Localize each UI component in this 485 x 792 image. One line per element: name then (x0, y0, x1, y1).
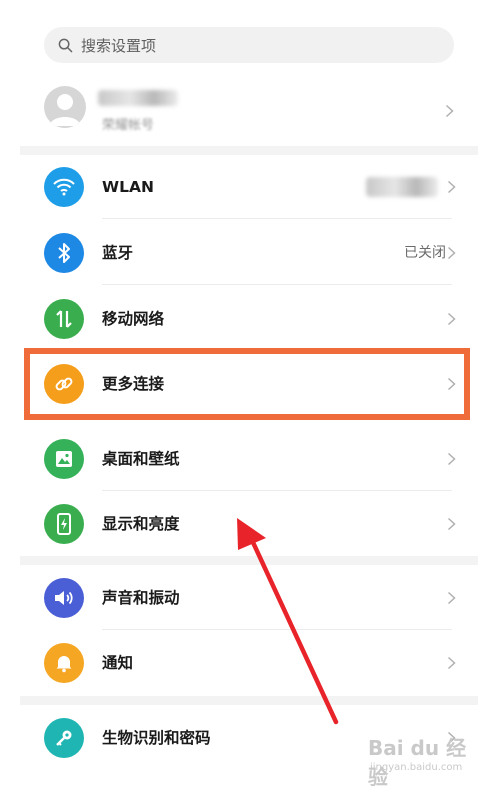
watermark-url: jingyan.baidu.com (370, 762, 463, 773)
annotation-arrow (237, 518, 339, 725)
watermark-logo: Bai du 经验 (368, 736, 467, 789)
